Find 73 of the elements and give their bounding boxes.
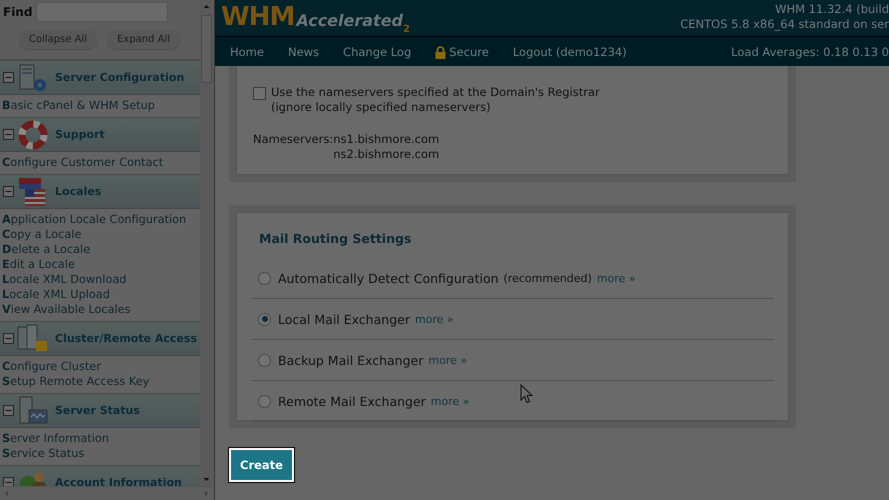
section-header[interactable]: Cluster/Remote Access — [0, 321, 200, 356]
nav-link[interactable]: Change Log — [343, 45, 412, 59]
option-label: Automatically Detect Configuration — [278, 270, 499, 286]
cursor-icon — [520, 384, 534, 404]
section-title: Server Status — [55, 404, 140, 417]
section-header[interactable]: Account Information — [0, 465, 200, 486]
nameserver-value: ns2.bishmore.com — [333, 147, 440, 162]
logo-text: WHM — [221, 4, 294, 30]
section-header[interactable]: Server Configuration — [0, 60, 200, 95]
section-title: Support — [55, 128, 105, 141]
radio-button[interactable] — [258, 354, 271, 366]
checkbox-label: Use the nameservers specified at the Domain's Registrar — [271, 85, 600, 100]
radio-button[interactable] — [258, 272, 271, 284]
section-header[interactable]: Locales — [0, 174, 200, 209]
nav-link[interactable]: News — [288, 45, 320, 59]
more-link[interactable]: more » — [430, 394, 470, 408]
nameservers-label: Nameservers: — [253, 132, 334, 148]
option-label: Local Mail Exchanger — [278, 312, 410, 326]
load-averages: Load Averages: 0.18 0.13 0 — [731, 45, 889, 59]
option-note: (recommended) — [504, 272, 592, 284]
logo-version: 2 — [403, 24, 410, 35]
section-title: Server Configuration — [55, 71, 184, 84]
sidebar-link[interactable]: Locale XML Upload — [2, 287, 200, 302]
radio-button[interactable] — [258, 394, 271, 408]
sidebar-link[interactable]: Configure Customer Contact — [2, 155, 200, 170]
section-title: Cluster/Remote Access — [55, 332, 197, 345]
nav-link[interactable]: Logout (demo1234) — [512, 45, 627, 59]
create-button[interactable]: Create — [229, 448, 294, 482]
more-link[interactable]: more » — [596, 272, 636, 284]
section-title: Locales — [55, 185, 102, 198]
collapse-icon[interactable] — [3, 129, 14, 140]
radio-button[interactable] — [258, 312, 271, 326]
checkbox-note: (ignore locally specified nameservers) — [271, 100, 492, 115]
collapse-icon[interactable] — [3, 72, 14, 83]
more-link[interactable]: more » — [428, 354, 468, 366]
sidebar-link[interactable]: Configure Cluster — [2, 359, 200, 374]
sidebar-link[interactable]: Delete a Locale — [2, 242, 200, 257]
server-gear-icon — [17, 62, 49, 92]
collapse-icon[interactable] — [3, 477, 14, 486]
checkbox[interactable] — [253, 87, 266, 100]
build-info: WHM 11.32.4 (build — [775, 2, 889, 17]
sidebar-link[interactable]: Locale XML Download — [2, 272, 200, 287]
more-link[interactable]: more » — [414, 312, 454, 326]
section-title: Account Information — [55, 476, 182, 486]
option-label: Backup Mail Exchanger — [278, 352, 424, 368]
sidebar-link[interactable]: Copy a Locale — [2, 227, 200, 242]
scrollbar[interactable] — [200, 0, 213, 486]
server-monitor-icon — [17, 396, 49, 426]
section-header[interactable]: Server Status — [0, 393, 200, 428]
logo-subtitle: Accelerated — [296, 12, 403, 30]
nameserver-value: ns1.bishmore.com — [333, 132, 440, 147]
find-label: Find — [3, 5, 32, 19]
system-info: CENTOS 5.8 x86_64 standard on ser — [680, 17, 889, 32]
sidebar-link[interactable]: Server Information — [2, 431, 200, 446]
collapse-icon[interactable] — [3, 186, 14, 197]
collapse-icon[interactable] — [3, 333, 14, 344]
lock-icon — [435, 46, 446, 58]
sidebar-link[interactable]: Application Locale Configuration — [2, 212, 200, 227]
nav-link[interactable]: Secure — [435, 45, 489, 59]
collapse-icon[interactable] — [3, 405, 14, 416]
option-label: Remote Mail Exchanger — [278, 394, 426, 408]
sidebar-button[interactable]: Collapse All — [19, 30, 98, 49]
sidebar-link[interactable]: Service Status — [2, 446, 200, 461]
sidebar-link[interactable]: Setup Remote Access Key — [2, 374, 200, 389]
sidebar-button[interactable]: Expand All — [107, 30, 180, 49]
sidebar-link[interactable]: Basic cPanel & WHM Setup — [2, 98, 200, 113]
servers-lock-icon — [17, 324, 49, 354]
panel-title: Mail Routing Settings — [259, 231, 412, 246]
sidebar-link[interactable]: Edit a Locale — [2, 257, 200, 272]
lifebuoy-icon — [17, 120, 49, 150]
nav-link[interactable]: Home — [230, 45, 264, 59]
sidebar-link[interactable]: View Available Locales — [2, 302, 200, 317]
section-header[interactable]: Support — [0, 117, 200, 152]
